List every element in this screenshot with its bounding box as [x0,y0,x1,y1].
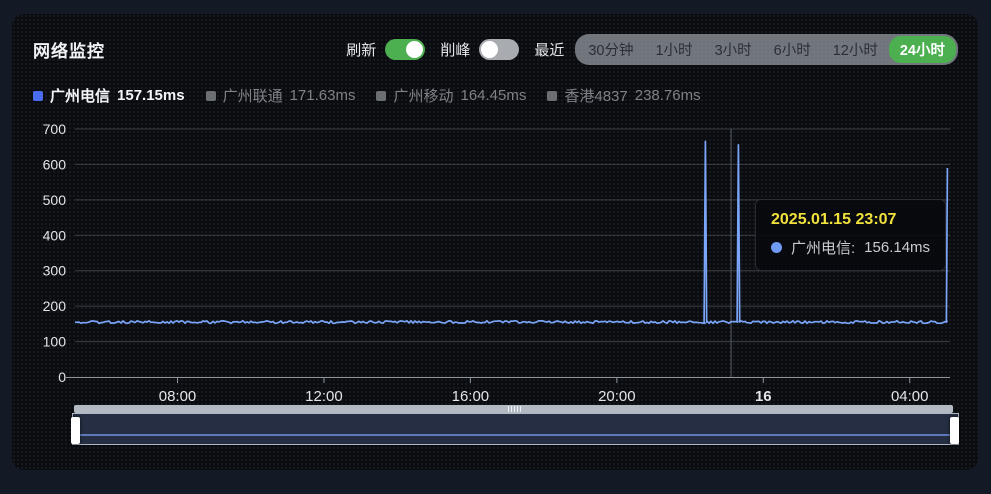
header: 网络监控 刷新 削峰 最近 30分钟 1小时 3小时 6小时 12小时 24小时 [33,33,958,65]
range-button-3h[interactable]: 3小时 [704,36,763,63]
recent-label: 最近 [534,41,565,59]
scrollbar-grip-icon[interactable] [507,406,521,412]
peak-shave-toggle-label: 削峰 [440,41,471,59]
range-button-24h[interactable]: 24小时 [888,35,956,63]
tooltip-series-value: 156.14ms [864,239,931,256]
range-button-12h[interactable]: 12小时 [822,36,889,63]
series-dot-icon [771,242,782,253]
time-range-group: 30分钟 1小时 3小时 6小时 12小时 24小时 [575,33,958,65]
tooltip-series-row: 广州电信: 156.14ms [771,237,930,258]
y-axis-tick-label: 300 [43,263,67,279]
refresh-toggle[interactable] [385,38,426,60]
network-monitor-card: 网络监控 刷新 削峰 最近 30分钟 1小时 3小时 6小时 12小时 24小时… [12,14,978,470]
refresh-toggle-label: 刷新 [346,41,377,59]
series-marker [33,90,43,101]
y-axis-tick-label: 100 [43,334,67,350]
x-axis-tick-label: 16:00 [452,388,490,405]
tooltip-series-name: 广州电信: [791,240,856,257]
x-axis-tick-label: 04:00 [891,388,929,405]
series-marker [205,90,216,101]
datazoom-window[interactable] [72,413,959,445]
x-axis-tick-label: 20:00 [598,388,636,405]
datazoom-scrollbar[interactable] [74,405,953,413]
datazoom-data-shadow [75,434,956,436]
y-axis-tick-label: 200 [43,298,67,314]
x-axis-tick-label: 12:00 [305,388,343,405]
x-axis-tick-label: 08:00 [159,388,197,405]
range-button-6h[interactable]: 6小时 [763,36,822,63]
y-axis-tick-label: 400 [43,227,67,243]
toggle-knob [481,40,499,58]
datazoom-handle-right[interactable] [950,417,959,444]
header-controls: 刷新 削峰 最近 30分钟 1小时 3小时 6小时 12小时 24小时 [340,33,958,65]
toggle-knob [406,40,424,58]
series-marker [376,90,387,101]
page-title: 网络监控 [33,41,105,61]
series-marker [547,90,558,101]
x-axis-tick-label: 16 [755,388,772,405]
y-axis-tick-label: 600 [43,156,67,172]
chart-tooltip: 2025.01.15 23:07 广州电信: 156.14ms [755,199,947,271]
datazoom-handle-left[interactable] [71,417,80,444]
tooltip-timestamp: 2025.01.15 23:07 [771,211,897,228]
range-button-30min[interactable]: 30分钟 [577,36,644,63]
y-axis-tick-label: 700 [43,121,67,137]
range-button-1h[interactable]: 1小时 [644,36,703,63]
y-axis-tick-label: 0 [58,369,66,385]
peak-shave-toggle[interactable] [479,38,520,60]
y-axis-tick-label: 500 [43,192,67,208]
